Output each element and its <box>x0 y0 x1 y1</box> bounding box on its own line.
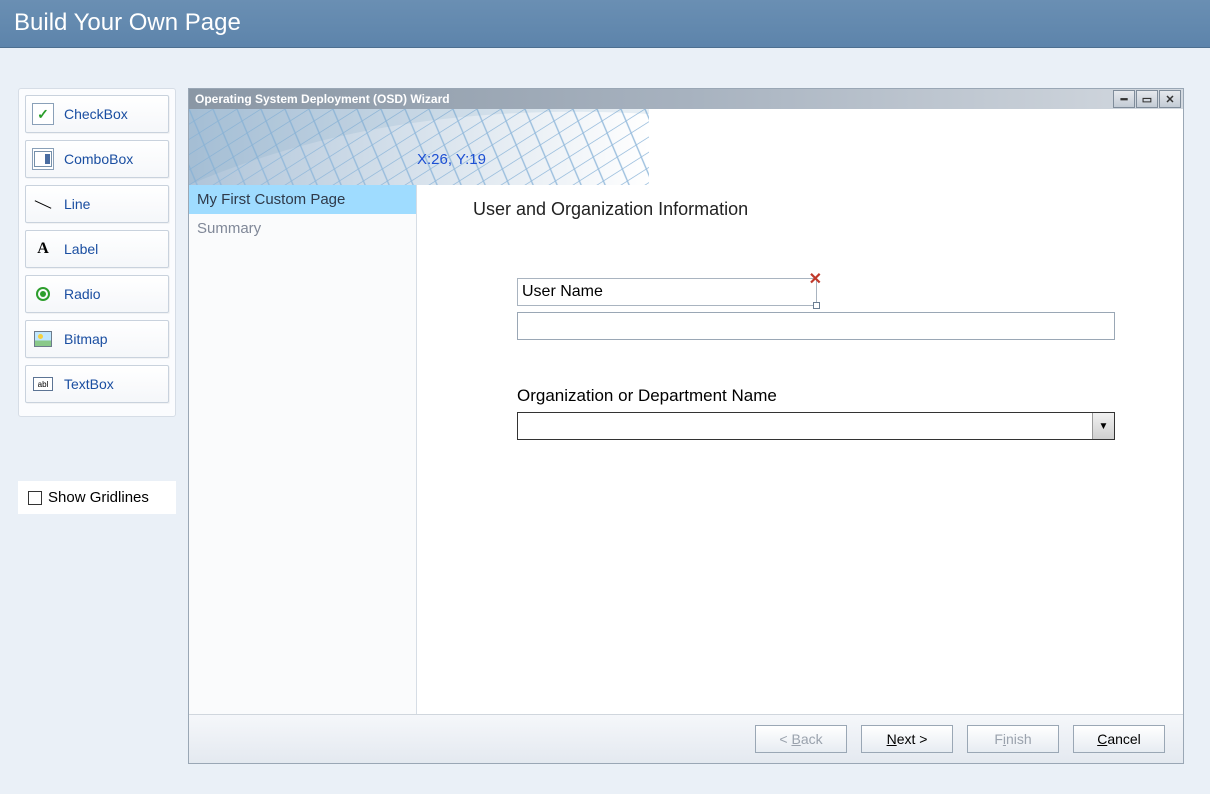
finish-button[interactable]: Finish <box>967 725 1059 753</box>
show-gridlines-label: Show Gridlines <box>48 489 149 506</box>
page-header: Build Your Own Page <box>0 0 1210 48</box>
tool-label: Label <box>64 241 98 257</box>
cursor-coordinates: X:26, Y:19 <box>417 151 486 168</box>
tool-label: Bitmap <box>64 331 108 347</box>
label-icon: A <box>32 238 54 260</box>
step-my-first-custom-page[interactable]: My First Custom Page <box>189 185 416 214</box>
banner-pattern-icon <box>189 109 649 185</box>
step-label: Summary <box>197 220 261 237</box>
wizard-footer: < Back Next > Finish Cancel <box>189 715 1183 763</box>
tool-bitmap[interactable]: Bitmap <box>25 320 169 358</box>
dropdown-value <box>518 413 1092 439</box>
checkbox-icon <box>28 491 42 505</box>
bitmap-icon <box>32 328 54 350</box>
wizard-content: User and Organization Information User N… <box>417 185 1183 714</box>
line-icon <box>32 193 54 215</box>
page-header-title: Build Your Own Page <box>14 9 241 37</box>
left-column: ✓ CheckBox ComboBox Line A Label Radio <box>18 88 176 764</box>
toolbox-panel: ✓ CheckBox ComboBox Line A Label Radio <box>18 88 176 417</box>
tool-line[interactable]: Line <box>25 185 169 223</box>
tool-label: Radio <box>64 286 101 302</box>
tool-label: CheckBox <box>64 106 128 122</box>
wizard-titlebar[interactable]: Operating System Deployment (OSD) Wizard… <box>189 89 1183 109</box>
maximize-button[interactable]: ▭ <box>1136 90 1158 108</box>
cancel-button[interactable]: Cancel <box>1073 725 1165 753</box>
tool-checkbox[interactable]: ✓ CheckBox <box>25 95 169 133</box>
tool-label[interactable]: A Label <box>25 230 169 268</box>
back-button[interactable]: < Back <box>755 725 847 753</box>
wizard-steps-sidebar: My First Custom Page Summary <box>189 185 417 714</box>
step-summary[interactable]: Summary <box>189 214 416 243</box>
organization-field-group: Organization or Department Name ▼ <box>517 386 1117 440</box>
wizard-banner: X:26, Y:19 <box>189 109 1183 185</box>
show-gridlines-checkbox[interactable]: Show Gridlines <box>18 481 176 514</box>
combobox-icon <box>32 148 54 170</box>
tool-label: Line <box>64 196 90 212</box>
wizard-window: Operating System Deployment (OSD) Wizard… <box>188 88 1184 764</box>
wizard-body: My First Custom Page Summary User and Or… <box>189 185 1183 715</box>
textbox-icon: abl <box>32 373 54 395</box>
page-title: User and Organization Information <box>473 199 1127 220</box>
close-button[interactable]: ✕ <box>1159 90 1181 108</box>
user-name-field-group: User Name ✕ <box>517 278 1117 340</box>
chevron-down-icon[interactable]: ▼ <box>1092 413 1114 439</box>
delete-element-icon[interactable]: ✕ <box>809 269 822 289</box>
tool-label: TextBox <box>64 376 114 392</box>
tool-label: ComboBox <box>64 151 133 167</box>
organization-dropdown[interactable]: ▼ <box>517 412 1115 440</box>
user-name-label: User Name <box>522 283 603 300</box>
tool-combobox[interactable]: ComboBox <box>25 140 169 178</box>
checkbox-icon: ✓ <box>32 103 54 125</box>
user-name-input[interactable] <box>517 312 1115 340</box>
next-button[interactable]: Next > <box>861 725 953 753</box>
minimize-button[interactable]: ━ <box>1113 90 1135 108</box>
organization-label: Organization or Department Name <box>517 386 1117 406</box>
resize-handle-icon[interactable] <box>813 302 820 309</box>
selected-label-element[interactable]: User Name ✕ <box>517 278 817 306</box>
tool-textbox[interactable]: abl TextBox <box>25 365 169 403</box>
step-label: My First Custom Page <box>197 191 345 208</box>
wizard-title: Operating System Deployment (OSD) Wizard <box>195 92 450 106</box>
main-area: ✓ CheckBox ComboBox Line A Label Radio <box>0 48 1210 764</box>
radio-icon <box>32 283 54 305</box>
tool-radio[interactable]: Radio <box>25 275 169 313</box>
